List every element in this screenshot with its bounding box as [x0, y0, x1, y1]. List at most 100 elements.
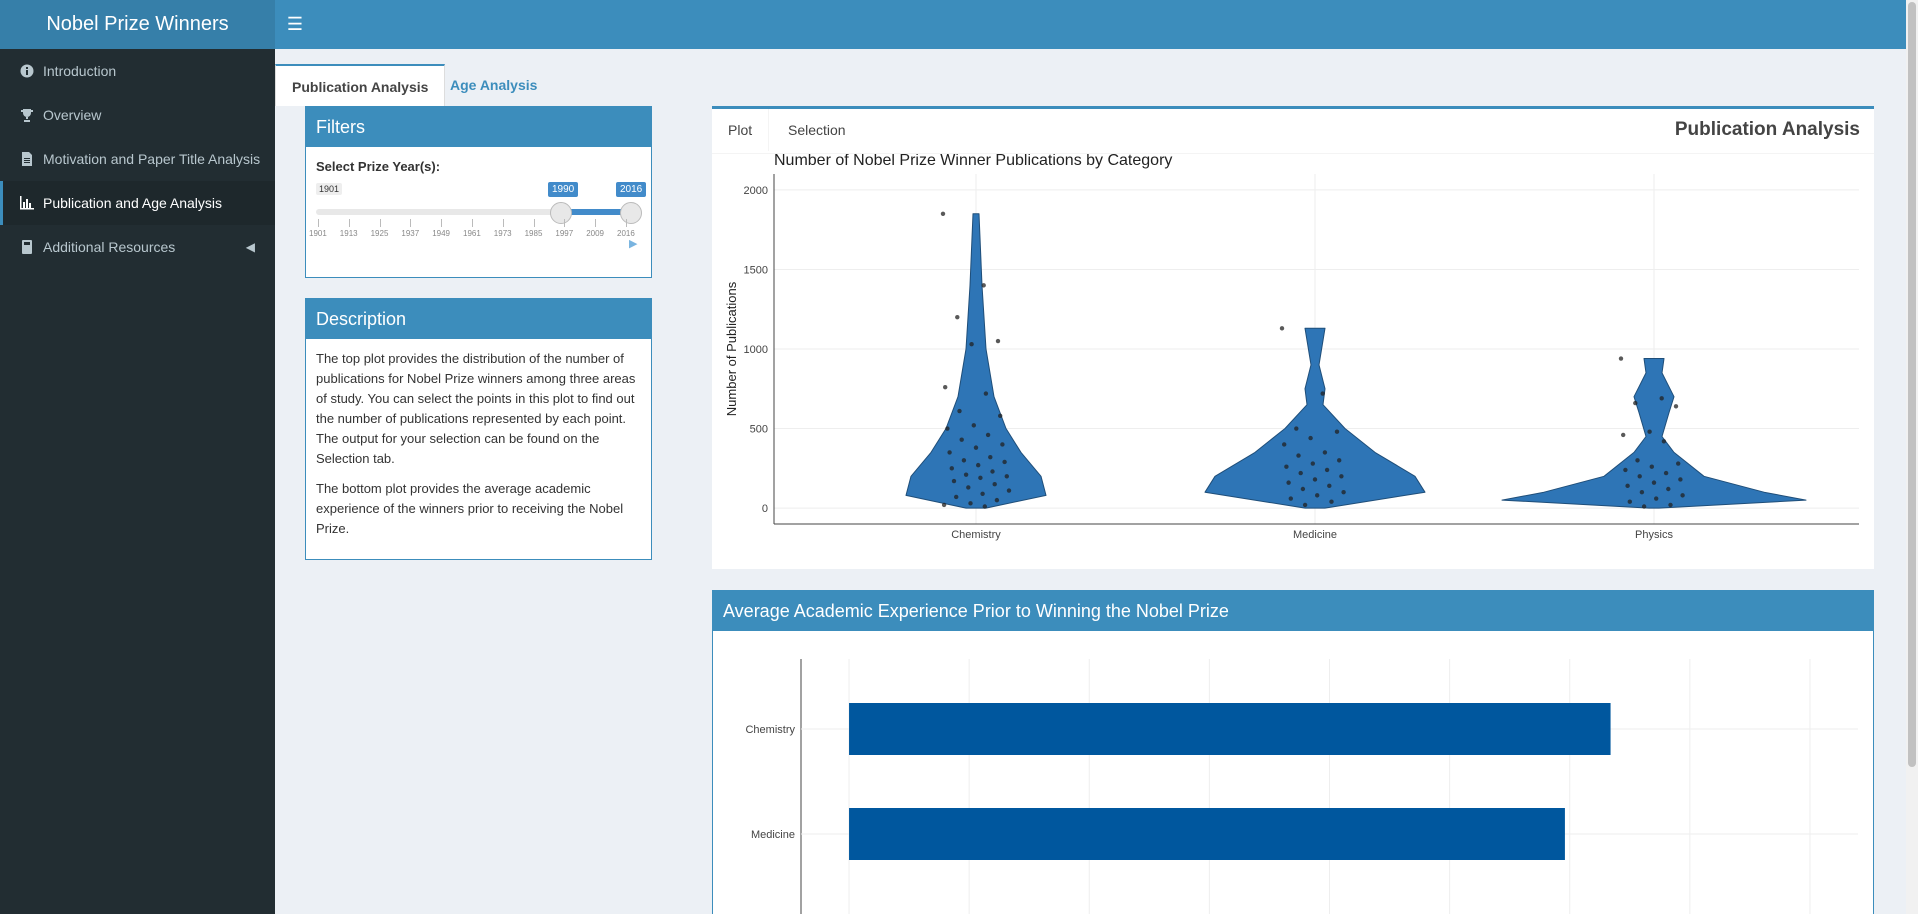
data-point: [947, 450, 952, 455]
data-point: [1341, 489, 1346, 495]
tab-publication-analysis[interactable]: Publication Analysis: [275, 64, 446, 106]
sidebar-item-additional-resources[interactable]: Additional Resources ◀: [0, 225, 275, 269]
sidebar: Introduction Overview Motivation and Pap…: [0, 49, 275, 914]
data-point: [1294, 426, 1299, 431]
bar-chart[interactable]: Chemistry Medicine: [713, 631, 1873, 914]
data-point: [1641, 504, 1647, 509]
data-point: [1668, 502, 1673, 508]
data-point: [1315, 493, 1320, 498]
data-point: [1676, 461, 1681, 466]
data-point: [1298, 470, 1303, 476]
data-point: [969, 342, 974, 347]
data-point: [1649, 464, 1654, 469]
scrollbar-thumb[interactable]: [1908, 2, 1916, 767]
data-point: [1310, 461, 1315, 466]
experience-plot-panel: Average Academic Experience Prior to Win…: [712, 590, 1874, 914]
slider-tick-label: 1973: [493, 229, 512, 238]
file-text-icon: [22, 152, 32, 166]
slider-tick-label: 1949: [432, 229, 450, 238]
description-paragraph: The top plot provides the distribution o…: [316, 351, 636, 466]
data-point: [1666, 486, 1671, 492]
y-tick-label: 1000: [744, 344, 768, 356]
data-point: [1329, 499, 1334, 504]
tab-selection[interactable]: Selection: [772, 109, 862, 151]
data-point: [1300, 486, 1306, 492]
slider-tick-label: 1985: [524, 229, 543, 238]
sidebar-item-motivation[interactable]: Motivation and Paper Title Analysis: [0, 137, 275, 181]
data-point: [973, 445, 979, 450]
data-point: [990, 469, 995, 474]
slider-label: Select Prize Year(s):: [316, 159, 441, 174]
slider-tick: [318, 219, 319, 227]
sidebar-item-overview[interactable]: Overview: [0, 93, 275, 137]
slider-tick: [533, 219, 535, 227]
sidebar-item-publication-age[interactable]: Publication and Age Analysis: [0, 181, 275, 225]
x-tick-label: Chemistry: [951, 529, 1001, 541]
top-header: Nobel Prize Winners ☰: [0, 0, 1906, 49]
data-point: [998, 413, 1003, 419]
data-point: [955, 314, 960, 320]
slider-tick-label: 1901: [309, 229, 327, 238]
data-point: [1006, 488, 1012, 493]
data-point: [1678, 477, 1683, 482]
play-icon[interactable]: ▶: [629, 237, 637, 250]
app-title[interactable]: Nobel Prize Winners: [0, 0, 275, 49]
data-point: [971, 423, 976, 428]
violin-chart[interactable]: Number of Nobel Prize Winner Publication…: [712, 154, 1874, 572]
description-paragraph: The bottom plot provides the average aca…: [316, 481, 624, 536]
data-point: [959, 437, 964, 442]
bar-chart-icon: [20, 196, 34, 210]
data-point: [961, 458, 967, 463]
data-point: [1324, 467, 1330, 473]
slider-handle-from[interactable]: [550, 202, 572, 224]
data-point: [1633, 400, 1638, 406]
sidebar-item-label: Additional Resources: [43, 239, 176, 255]
tab-plot[interactable]: Plot: [712, 109, 770, 151]
data-point: [988, 454, 993, 460]
data-point: [968, 501, 973, 506]
sidebar-item-label: Overview: [43, 107, 102, 123]
data-point: [941, 502, 947, 508]
menu-toggle-icon[interactable]: ☰: [286, 12, 304, 36]
data-point: [1002, 459, 1007, 465]
description-box: Description The top plot provides the di…: [305, 298, 652, 560]
sidebar-item-label: Motivation and Paper Title Analysis: [43, 151, 261, 167]
data-point: [982, 504, 987, 509]
data-point: [1339, 474, 1344, 479]
data-point: [992, 482, 997, 487]
description-title: Description: [306, 299, 651, 339]
sidebar-item-introduction[interactable]: Introduction: [0, 49, 275, 93]
scrollbar[interactable]: [1906, 0, 1918, 914]
panel-title: Publication Analysis: [1674, 119, 1860, 140]
data-point: [1296, 453, 1301, 458]
slider-tick-label: 1913: [339, 229, 358, 238]
data-point: [1284, 464, 1289, 469]
filters-box: Filters Select Prize Year(s): 1901 1990 …: [305, 106, 652, 278]
data-point: [1618, 356, 1624, 361]
data-point: [963, 472, 969, 477]
data-point: [1337, 458, 1342, 463]
sidebar-item-label: Publication and Age Analysis: [43, 195, 223, 211]
data-point: [1627, 499, 1632, 504]
data-point: [1651, 480, 1657, 485]
tab-age-analysis[interactable]: Age Analysis: [434, 64, 553, 106]
slider-tick: [379, 219, 381, 227]
x-tick-label: Medicine: [1293, 529, 1337, 541]
data-point: [1312, 477, 1318, 482]
data-point: [945, 426, 950, 431]
data-point: [995, 338, 1001, 344]
slider-tick: [595, 219, 597, 227]
slider-handle-to[interactable]: [620, 202, 642, 224]
data-point: [1673, 404, 1679, 409]
data-point: [966, 485, 971, 490]
data-point: [1288, 496, 1293, 501]
y-tick-label: 0: [762, 503, 768, 515]
content-tabs: Publication Analysis Age Analysis: [275, 64, 1905, 106]
y-axis-label: Number of Publications: [724, 281, 739, 416]
data-point: [954, 494, 959, 500]
bar-medicine: [849, 808, 1565, 860]
data-point: [1308, 435, 1313, 441]
data-point: [983, 391, 989, 396]
data-point: [981, 283, 986, 288]
y-tick-label: 500: [750, 424, 768, 436]
